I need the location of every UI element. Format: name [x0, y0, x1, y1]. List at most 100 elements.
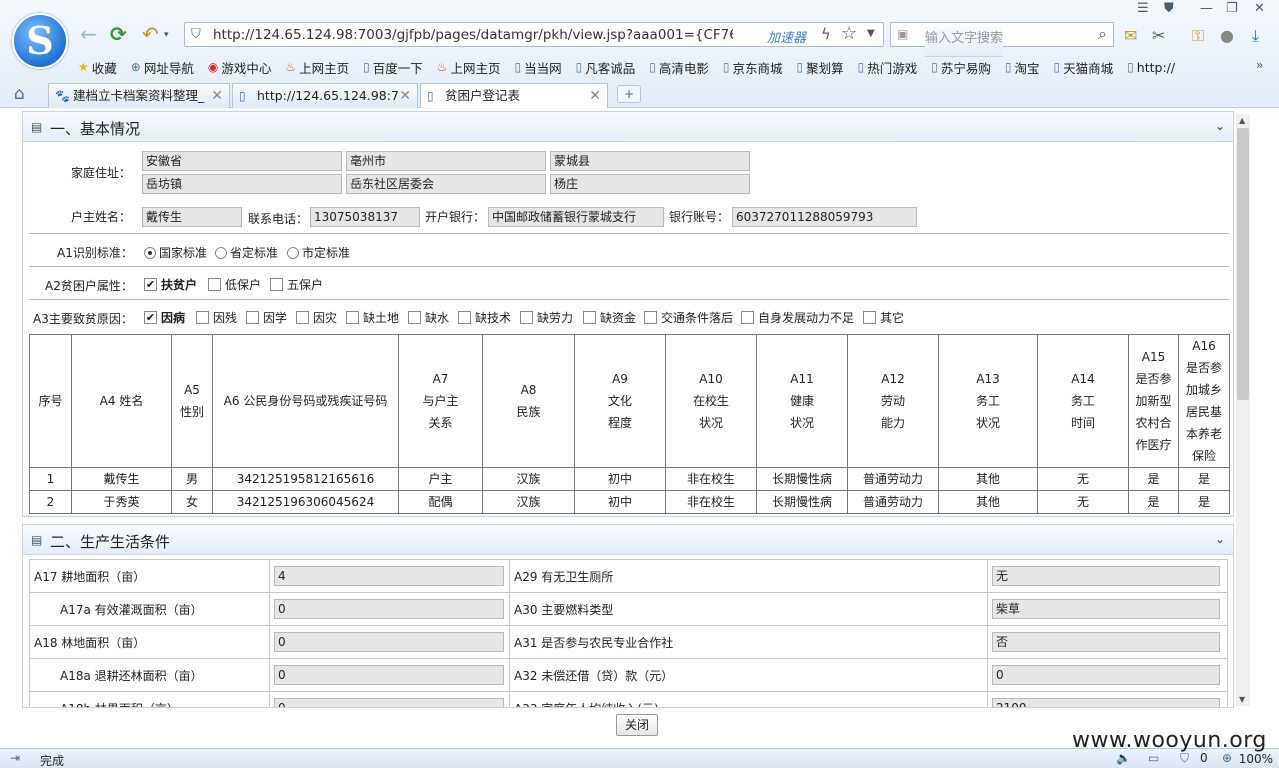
bookmark-item[interactable]: ▯ 百度一下 — [363, 58, 423, 76]
radio-button[interactable] — [287, 246, 299, 259]
bookmark-item[interactable]: ▯ 凡客诚品 — [576, 58, 636, 76]
key-icon[interactable]: ⚿ — [1192, 26, 1204, 46]
checkbox[interactable] — [270, 278, 283, 291]
browser-logo[interactable]: S — [12, 13, 68, 69]
checkbox[interactable] — [196, 311, 209, 324]
favorite-star-icon[interactable]: ☆ — [841, 23, 857, 44]
sidebar-toggle-icon[interactable]: ⇥ — [10, 751, 20, 765]
bookmark-item[interactable]: ♨ 上网主页 — [285, 58, 349, 76]
new-tab-button[interactable]: + — [617, 85, 641, 103]
skin-icon[interactable]: ⛊ — [1164, 1, 1174, 16]
mail-icon[interactable]: ✉ — [1124, 26, 1137, 45]
checkbox[interactable]: ✔ — [144, 311, 157, 324]
collapse-icon[interactable]: ⌄ — [1215, 119, 1225, 133]
search-placeholder[interactable]: 输入文字搜索 — [925, 27, 1004, 57]
scroll-down-icon[interactable]: ▼ — [1239, 695, 1245, 704]
radio-button[interactable] — [144, 246, 156, 259]
reason-education[interactable]: 因学 — [246, 309, 287, 326]
scissors-icon[interactable]: ✂ — [1152, 26, 1165, 45]
reason-poor-transport[interactable]: 交通条件落后 — [644, 309, 733, 326]
tab-close-icon[interactable]: ✕ — [589, 84, 601, 108]
close-button[interactable]: 关闭 — [616, 714, 658, 736]
checkbox[interactable] — [296, 311, 309, 324]
reason-illness[interactable]: ✔ 因病 — [144, 309, 185, 326]
reason-disaster[interactable]: 因灾 — [296, 309, 337, 326]
checkbox[interactable] — [208, 278, 221, 291]
vertical-scrollbar[interactable]: ▲ ▼ — [1236, 114, 1250, 706]
scrollbar-thumb[interactable] — [1237, 128, 1249, 400]
checkbox[interactable] — [246, 311, 259, 324]
bookmark-item[interactable]: ◉ 游戏中心 — [208, 58, 272, 76]
checkbox[interactable] — [863, 311, 876, 324]
menu-icon[interactable]: ☰ — [1137, 1, 1149, 16]
checkbox-five-guarantee[interactable]: 五保户 — [270, 276, 323, 293]
bookmark-item[interactable]: ▯ 当当网 — [515, 58, 562, 76]
undo-icon[interactable]: ↶ — [142, 24, 159, 44]
checkbox[interactable] — [741, 311, 754, 324]
volume-icon[interactable]: 🔈 — [1116, 751, 1131, 765]
monitor-icon[interactable]: ▭ — [1148, 751, 1159, 765]
reason-no-labor[interactable]: 缺劳力 — [520, 309, 573, 326]
reason-other[interactable]: 其它 — [863, 309, 904, 326]
reason-no-skills[interactable]: 缺技术 — [458, 309, 511, 326]
bookmark-item[interactable]: ♨ 上网主页 — [437, 58, 501, 76]
panel-header[interactable]: ▤ 二、生产生活条件 ⌄ — [23, 525, 1233, 555]
checkbox[interactable] — [583, 311, 596, 324]
tab-url[interactable]: ▯ http://124.65.124.98:7 ✕ — [232, 83, 418, 108]
bookmark-item[interactable]: ▯ 京东商城 — [723, 58, 783, 76]
checkbox[interactable] — [408, 311, 421, 324]
radio-national[interactable]: 国家标准 — [144, 244, 207, 261]
radio-provincial[interactable]: 省定标准 — [215, 244, 278, 261]
tab-registration[interactable]: ▯ 贫困户登记表 ✕ — [420, 83, 608, 109]
tab-close-icon[interactable]: ✕ — [399, 84, 411, 108]
checkbox-poverty-household[interactable]: ✔ 扶贫户 — [144, 276, 197, 293]
bookmark-item[interactable]: ▯ 高清电影 — [649, 58, 709, 76]
back-icon[interactable]: ← — [80, 24, 97, 44]
bookmark-item[interactable]: ▯ 苏宁易购 — [931, 58, 991, 76]
more-icon[interactable]: ● — [1220, 26, 1234, 45]
url-text[interactable]: http://124.65.124.98:7003/gjfpb/pages/da… — [213, 27, 733, 43]
home-icon[interactable]: ⌂ — [14, 84, 25, 104]
zoom-level[interactable]: 100% — [1239, 752, 1273, 766]
checkbox[interactable]: ✔ — [144, 278, 157, 291]
search-box[interactable]: ▣ 输入文字搜索 ⌕ — [890, 22, 1114, 57]
download-icon[interactable]: ⤓ — [1252, 26, 1259, 46]
tab-archive[interactable]: 🐾 建档立卡档案资料整理_ ✕ — [48, 83, 230, 108]
search-icon[interactable]: ⌕ — [1098, 24, 1107, 44]
reason-no-funds[interactable]: 缺资金 — [583, 309, 636, 326]
bookmarks-overflow-icon[interactable]: » — [1256, 58, 1263, 72]
refresh-icon[interactable]: ⟳ — [110, 24, 127, 44]
bookmark-item[interactable]: ▯ 热门游戏 — [858, 58, 918, 76]
undo-dropdown-icon[interactable]: ▾ — [164, 30, 169, 40]
search-engine-icon[interactable]: ▣ — [897, 27, 908, 41]
minimize-icon[interactable]: — — [1200, 1, 1213, 16]
bookmark-item[interactable]: ⊕ 网址导航 — [131, 58, 194, 76]
close-window-icon[interactable]: ✕ — [1254, 1, 1265, 16]
reason-lack-motivation[interactable]: 自身发展动力不足 — [741, 309, 854, 326]
radio-button[interactable] — [215, 246, 227, 259]
checkbox-low-income[interactable]: 低保户 — [208, 276, 261, 293]
bookmark-item[interactable]: ★ 收藏 — [78, 58, 117, 76]
bookmark-item[interactable]: ▯ http:// — [1127, 58, 1175, 76]
radio-municipal[interactable]: 市定标准 — [287, 244, 350, 261]
tab-close-icon[interactable]: ✕ — [211, 84, 223, 108]
checkbox[interactable] — [644, 311, 657, 324]
address-bar[interactable]: ⛉ http://124.65.124.98:7003/gjfpb/pages/… — [184, 22, 884, 47]
bookmark-item[interactable]: ▯ 淘宝 — [1005, 58, 1040, 76]
reason-disability[interactable]: 因残 — [196, 309, 237, 326]
url-dropdown-icon[interactable]: ▼ — [867, 28, 875, 39]
restore-icon[interactable]: ❐ — [1226, 1, 1238, 16]
bookmark-item[interactable]: ▯ 天猫商城 — [1054, 58, 1114, 76]
bookmark-item[interactable]: ▯ 聚划算 — [797, 58, 844, 76]
checkbox[interactable] — [458, 311, 471, 324]
shield-icon[interactable]: ⛉ — [1180, 751, 1189, 766]
zoom-icon[interactable]: ⊕ — [1222, 751, 1232, 765]
scroll-up-icon[interactable]: ▲ — [1239, 116, 1245, 125]
reason-no-land[interactable]: 缺土地 — [346, 309, 399, 326]
bolt-icon[interactable]: ϟ — [821, 25, 831, 43]
accelerator-label[interactable]: 加速器 — [767, 27, 806, 46]
reason-no-water[interactable]: 缺水 — [408, 309, 449, 326]
collapse-icon[interactable]: ⌄ — [1215, 532, 1225, 546]
checkbox[interactable] — [346, 311, 359, 324]
panel-header[interactable]: ▤ 一、基本情况 ⌄ — [23, 112, 1233, 142]
